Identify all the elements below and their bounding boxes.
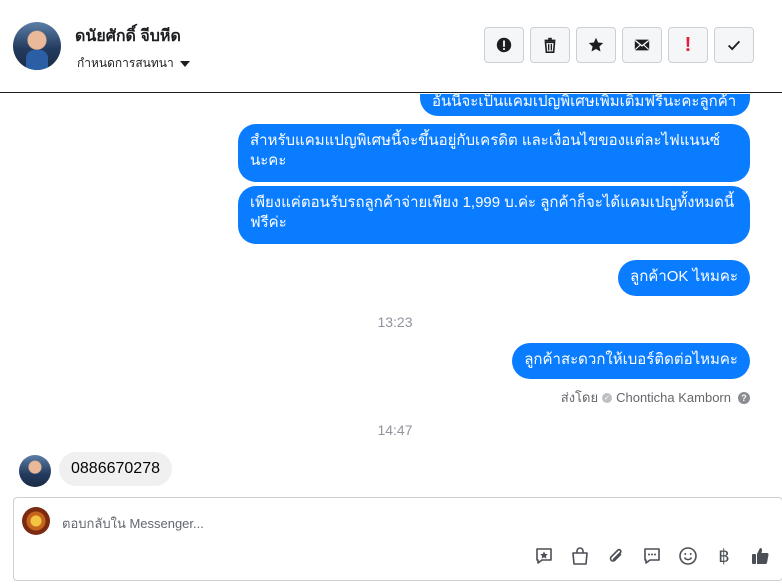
speech-bubble-icon[interactable] bbox=[640, 544, 664, 568]
trash-icon bbox=[544, 37, 556, 54]
message-thread[interactable]: อันนี้จะเป็นแคมเปญพิเศษเพิ่มเติมฟรีนะคะล… bbox=[0, 94, 782, 492]
sent-by-label: ส่งโดย bbox=[560, 390, 599, 405]
timestamp: 14:47 bbox=[377, 422, 413, 438]
reply-composer[interactable]: ตอบกลับใน Messenger... ฿ bbox=[13, 497, 782, 581]
saved-reply-icon[interactable] bbox=[532, 544, 556, 568]
mark-unread-button[interactable] bbox=[622, 27, 662, 63]
timestamp: 13:23 bbox=[377, 314, 413, 330]
mark-spam-button[interactable] bbox=[484, 27, 524, 63]
conversation-header: ดนัยศักดิ์ จีบหีด กำหนดการสนทนา ! bbox=[0, 0, 782, 93]
outgoing-message: สำหรับแคมแปญพิเศษนี้จะขึ้นอยู่กับเครดิต … bbox=[238, 124, 750, 182]
delete-button[interactable] bbox=[530, 27, 570, 63]
contact-avatar-small bbox=[19, 455, 51, 487]
assign-label: กำหนดการสนทนา bbox=[77, 56, 174, 70]
outgoing-message: เพียงแค่ตอนรับรถลูกค้าจ่ายเพียง 1,999 บ.… bbox=[238, 186, 750, 244]
paperclip-icon[interactable] bbox=[604, 544, 628, 568]
sent-by-line: ส่งโดย ✓ Chonticha Kamborn ? bbox=[561, 387, 750, 408]
baht-icon[interactable]: ฿ bbox=[712, 544, 736, 568]
contact-name[interactable]: ดนัยศักดิ์ จีบหีด bbox=[75, 24, 181, 49]
page-avatar bbox=[22, 507, 50, 535]
star-button[interactable] bbox=[576, 27, 616, 63]
contact-avatar[interactable] bbox=[13, 22, 61, 70]
thumbs-up-icon[interactable] bbox=[748, 544, 772, 568]
check-icon bbox=[727, 40, 741, 51]
follow-up-button[interactable]: ! bbox=[668, 27, 708, 63]
alert-circle-icon bbox=[496, 37, 512, 53]
shop-bag-icon[interactable] bbox=[568, 544, 592, 568]
chevron-down-icon bbox=[179, 60, 190, 67]
envelope-icon bbox=[634, 39, 650, 51]
reply-input[interactable]: ตอบกลับใน Messenger... bbox=[62, 513, 204, 534]
outgoing-message: ลูกค้าOK ไหมคะ bbox=[618, 260, 750, 296]
check-circle-icon: ✓ bbox=[602, 392, 613, 403]
outgoing-message: ลูกค้าสะดวกให้เบอร์ติดต่อไหมคะ bbox=[512, 343, 750, 379]
star-icon bbox=[588, 37, 604, 52]
help-icon[interactable]: ? bbox=[738, 391, 750, 404]
header-actions: ! bbox=[484, 27, 754, 63]
outgoing-message: อันนี้จะเป็นแคมเปญพิเศษเพิ่มเติมฟรีนะคะล… bbox=[420, 94, 750, 116]
incoming-message: 0886670278 bbox=[59, 452, 172, 486]
emoji-icon[interactable] bbox=[676, 544, 700, 568]
assign-conversation-dropdown[interactable]: กำหนดการสนทนา bbox=[77, 54, 190, 73]
composer-toolbar: ฿ bbox=[532, 544, 772, 568]
sender-name[interactable]: Chonticha Kamborn bbox=[616, 390, 731, 405]
mark-done-button[interactable] bbox=[714, 27, 754, 63]
exclamation-icon: ! bbox=[684, 33, 692, 56]
